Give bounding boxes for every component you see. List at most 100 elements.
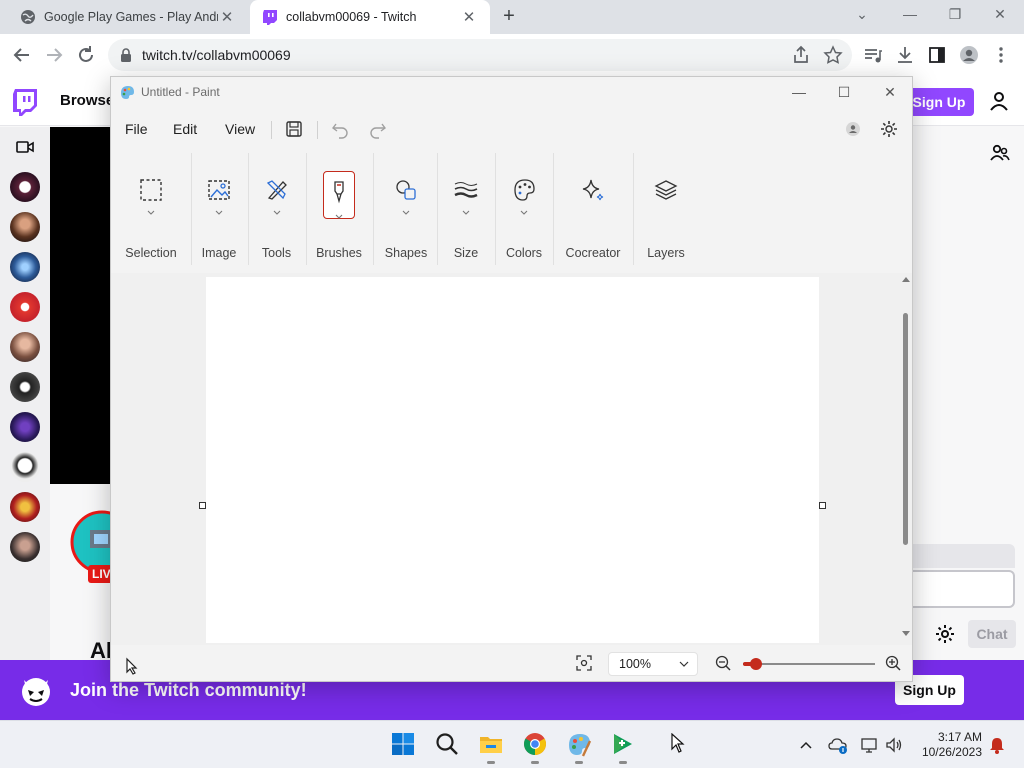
reload-icon[interactable] xyxy=(74,43,98,67)
chevron-up-icon[interactable] xyxy=(796,735,816,755)
redo-icon[interactable] xyxy=(367,118,389,140)
tab-google-play-games[interactable]: Google Play Games - Play Andro ✕ xyxy=(8,0,248,34)
side-panel-icon[interactable] xyxy=(926,43,948,67)
tab-search-icon[interactable]: ⌄ xyxy=(842,4,882,26)
ribbon-group-size[interactable]: Size xyxy=(439,149,493,271)
scrollbar-thumb[interactable] xyxy=(903,313,908,545)
channel-avatar[interactable] xyxy=(10,412,40,442)
settings-gear-icon[interactable] xyxy=(878,118,900,140)
ribbon-group-image[interactable]: Image xyxy=(193,149,245,271)
address-bar[interactable]: twitch.tv/collabvm00069 xyxy=(108,39,852,71)
ribbon-label: Image xyxy=(201,246,237,260)
file-explorer-icon[interactable] xyxy=(478,731,504,757)
tab-close-icon[interactable]: ✕ xyxy=(218,8,236,26)
tab-twitch[interactable]: collabvm00069 - Twitch ✕ xyxy=(250,0,490,34)
scroll-down-arrow-icon[interactable] xyxy=(902,629,910,637)
tab-close-icon[interactable]: ✕ xyxy=(460,8,478,26)
google-play-games-icon[interactable] xyxy=(610,731,636,757)
drawing-canvas[interactable] xyxy=(206,277,819,643)
kebab-menu-icon[interactable] xyxy=(990,43,1012,67)
scroll-up-arrow-icon[interactable] xyxy=(902,276,910,284)
running-indicator xyxy=(531,761,539,764)
save-icon[interactable] xyxy=(283,118,305,140)
mouse-cursor-icon xyxy=(671,733,685,753)
volume-icon[interactable] xyxy=(884,735,904,755)
minimize-icon[interactable]: — xyxy=(890,4,930,26)
chat-settings-gear-icon[interactable] xyxy=(935,624,955,644)
forward-arrow-icon[interactable] xyxy=(42,43,66,67)
menu-view[interactable]: View xyxy=(225,121,255,137)
sparkle-icon xyxy=(582,179,604,201)
system-clock[interactable]: 3:17 AM 10/26/2023 xyxy=(912,730,982,760)
channel-avatar[interactable] xyxy=(10,532,40,562)
channel-avatar[interactable] xyxy=(10,252,40,282)
notification-bell-icon[interactable] xyxy=(987,735,1007,755)
ribbon-group-shapes[interactable]: Shapes xyxy=(376,149,436,271)
canvas-resize-handle-right[interactable] xyxy=(819,502,826,509)
download-icon[interactable] xyxy=(894,43,916,67)
vertical-scrollbar[interactable] xyxy=(901,273,911,645)
zoom-out-icon[interactable] xyxy=(714,654,732,672)
menu-edit[interactable]: Edit xyxy=(173,121,197,137)
channel-avatar[interactable] xyxy=(10,372,40,402)
fit-to-window-icon[interactable] xyxy=(575,654,593,672)
maximize-icon[interactable]: ☐ xyxy=(829,82,859,102)
restore-icon[interactable]: ❐ xyxy=(935,4,975,26)
chrome-icon[interactable] xyxy=(522,731,548,757)
profile-avatar-icon[interactable] xyxy=(958,43,980,67)
account-icon[interactable] xyxy=(842,118,864,140)
zoom-slider-track[interactable] xyxy=(743,663,875,665)
chevron-down-icon xyxy=(402,210,410,215)
channel-avatar[interactable] xyxy=(10,452,40,482)
canvas-resize-handle-left[interactable] xyxy=(199,502,206,509)
browse-link[interactable]: Browse xyxy=(60,92,114,109)
channel-avatar[interactable] xyxy=(10,292,40,322)
channel-avatar[interactable] xyxy=(10,492,40,522)
browser-toolbar: twitch.tv/collabvm00069 xyxy=(0,34,1024,76)
menu-file[interactable]: File xyxy=(125,121,148,137)
onedrive-cloud-icon[interactable] xyxy=(828,735,848,755)
new-tab-button[interactable]: + xyxy=(498,6,520,28)
chat-input[interactable] xyxy=(912,570,1015,608)
back-arrow-icon[interactable] xyxy=(10,43,34,67)
chat-send-button[interactable]: Chat xyxy=(968,620,1016,648)
running-indicator xyxy=(619,761,627,764)
ribbon-label: Size xyxy=(453,246,479,260)
channel-avatar[interactable] xyxy=(10,172,40,202)
share-icon[interactable] xyxy=(790,43,812,67)
chat-users-icon[interactable] xyxy=(990,143,1010,163)
windows-start-icon[interactable] xyxy=(390,731,416,757)
network-icon[interactable] xyxy=(860,735,880,755)
globe-icon xyxy=(21,10,35,24)
user-icon[interactable] xyxy=(988,90,1010,112)
channel-avatar[interactable] xyxy=(10,212,40,242)
search-icon[interactable] xyxy=(434,731,460,757)
zoom-slider-thumb[interactable] xyxy=(750,658,763,670)
zoom-in-icon[interactable] xyxy=(884,654,902,672)
chevron-down-icon xyxy=(147,210,155,215)
twitch-signup-button[interactable]: Sign Up xyxy=(904,88,974,116)
media-control-icon[interactable] xyxy=(862,43,884,67)
ribbon-group-colors[interactable]: Colors xyxy=(497,149,551,271)
ribbon-group-brushes[interactable]: Brushes xyxy=(309,149,369,271)
channel-avatar[interactable] xyxy=(10,332,40,362)
ribbon-group-selection[interactable]: Selection xyxy=(115,149,187,271)
paint-titlebar[interactable]: Untitled - Paint — ☐ ✕ xyxy=(111,77,912,107)
minimize-icon[interactable]: — xyxy=(784,82,814,102)
tab-title: collabvm00069 - Twitch xyxy=(286,10,417,24)
ribbon-label: Selection xyxy=(125,246,177,260)
ribbon-group-tools[interactable]: Tools xyxy=(251,149,302,271)
video-player[interactable] xyxy=(50,127,112,484)
undo-icon[interactable] xyxy=(329,118,351,140)
running-indicator xyxy=(575,761,583,764)
close-icon[interactable]: ✕ xyxy=(875,82,905,102)
paint-taskbar-icon[interactable] xyxy=(566,731,592,757)
zoom-level-dropdown[interactable]: 100% xyxy=(608,652,698,676)
ribbon-group-layers[interactable]: Layers xyxy=(635,149,697,271)
close-window-icon[interactable]: ✕ xyxy=(980,4,1020,26)
twitch-logo-icon[interactable] xyxy=(12,88,38,116)
ribbon-separator xyxy=(495,153,496,265)
bookmark-star-icon[interactable] xyxy=(822,43,844,67)
video-camera-icon[interactable] xyxy=(16,140,34,154)
ribbon-group-cocreator[interactable]: Cocreator xyxy=(557,149,629,271)
